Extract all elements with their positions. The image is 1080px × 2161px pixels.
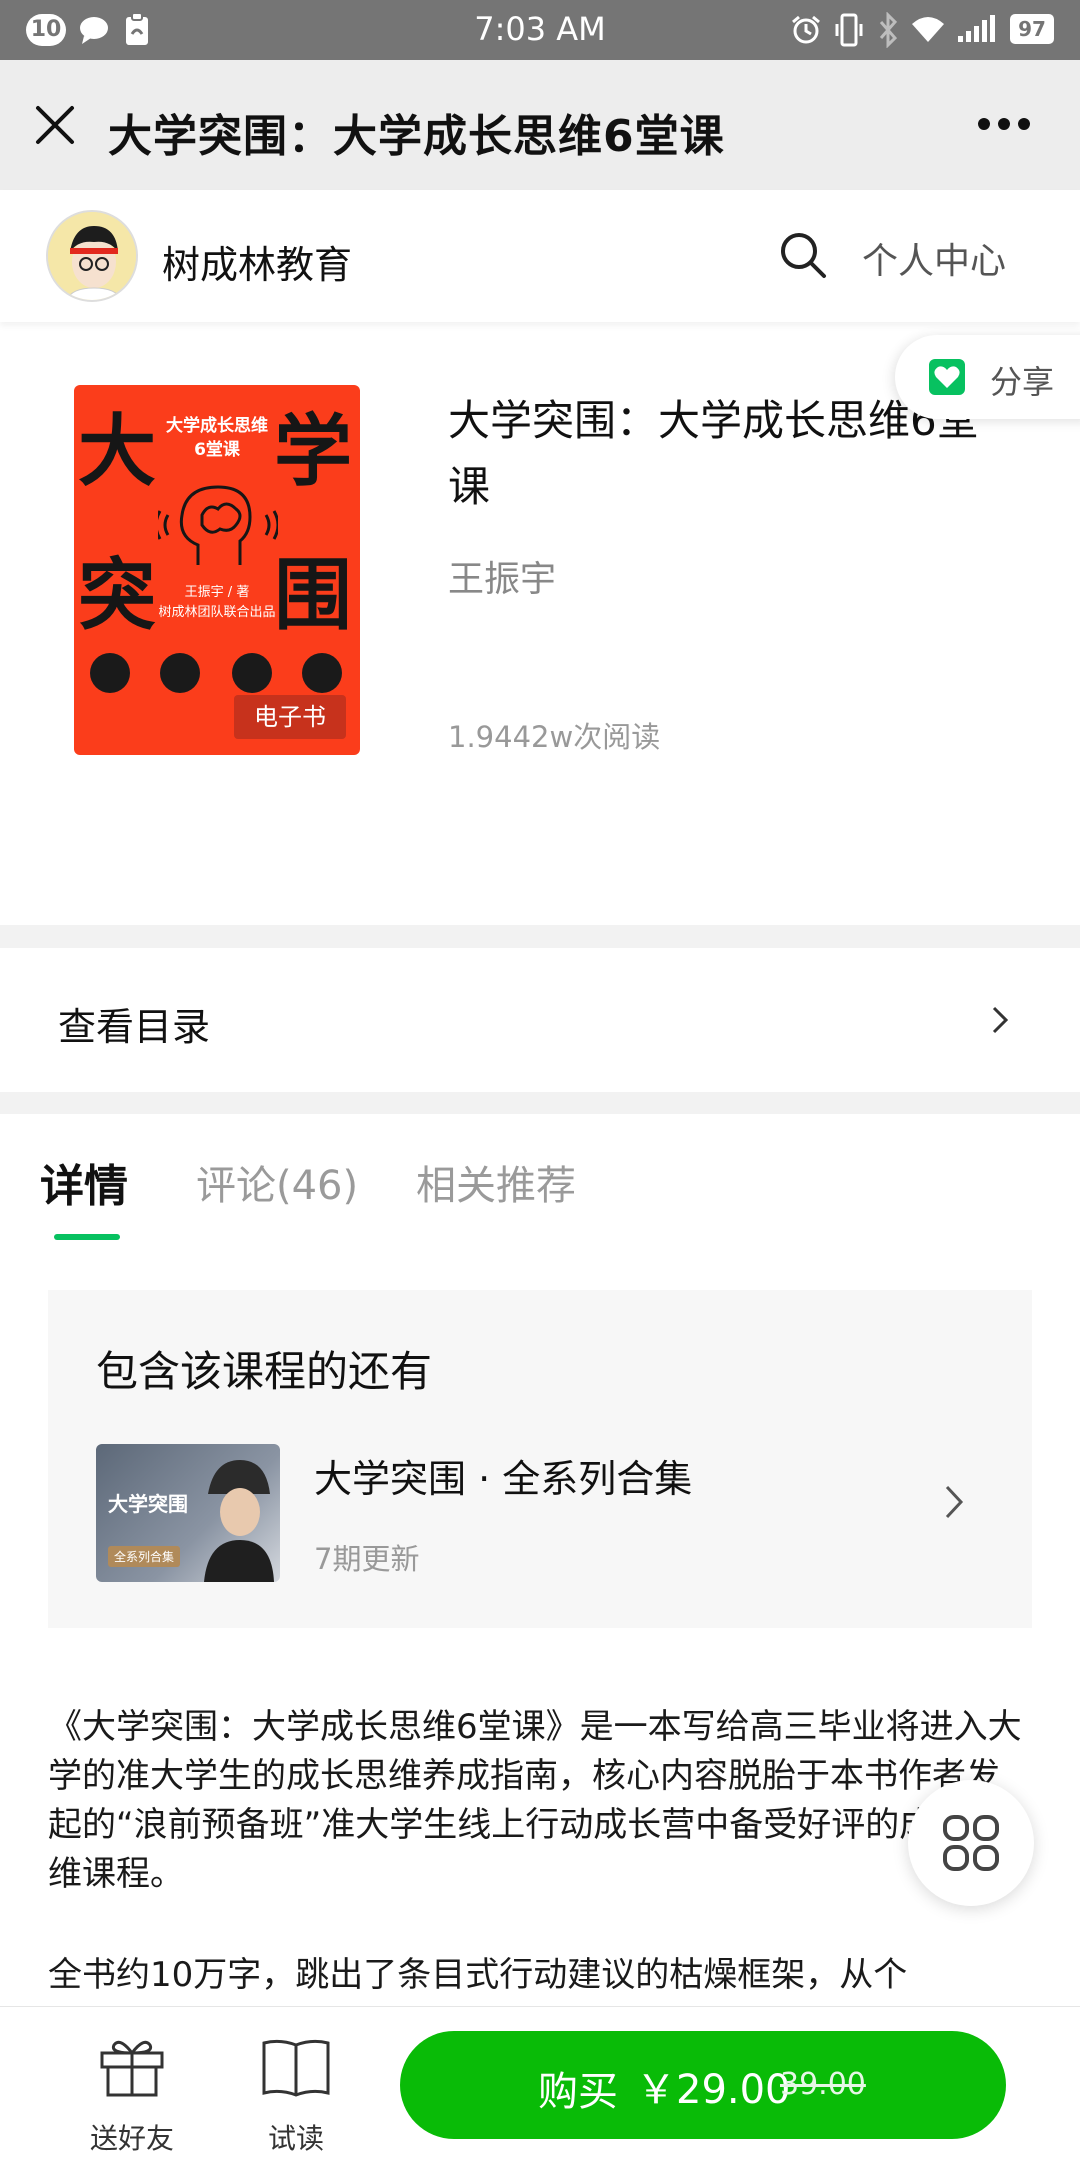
trial-read-button[interactable]: 试读 bbox=[226, 2007, 366, 2161]
cover-team: 树成林团队联合出品 bbox=[158, 605, 276, 620]
course-title[interactable]: 大学突围 · 全系列合集 bbox=[314, 1448, 692, 1503]
chevron-right-icon bbox=[992, 1006, 1009, 1034]
toc-label: 查看目录 bbox=[58, 1005, 211, 1049]
tab-comments[interactable]: 评论(46) bbox=[196, 1153, 358, 1211]
more-icon[interactable] bbox=[976, 116, 1032, 132]
active-tab-indicator bbox=[54, 1234, 120, 1240]
ebook-tag: 电子书 bbox=[234, 695, 346, 739]
read-count: 1.9442w次阅读 bbox=[448, 720, 661, 754]
cover-subtitle: 大学成长思维 bbox=[166, 416, 268, 436]
brain-head-icon bbox=[158, 485, 278, 565]
buy-button[interactable]: 购买 ￥29.00 39.00 bbox=[400, 2031, 1006, 2139]
cover-badge-icon bbox=[232, 653, 272, 693]
floating-menu-button[interactable] bbox=[908, 1780, 1034, 1906]
included-heading: 包含该课程的还有 bbox=[96, 1347, 433, 1396]
buy-label: 购买 bbox=[538, 2069, 618, 2115]
chevron-right-icon[interactable] bbox=[944, 1484, 964, 1520]
share-label: 分享 bbox=[990, 363, 1055, 401]
book-open-icon bbox=[262, 2039, 330, 2097]
section-divider bbox=[0, 1092, 1080, 1114]
buy-price: ￥29.00 bbox=[636, 2067, 791, 2113]
grid-icon bbox=[943, 1815, 999, 1871]
description-paragraph: 全书约10万字，跳出了条目式行动建议的枯燥框架，从个 bbox=[48, 1955, 908, 1995]
account-name[interactable]: 树成林教育 bbox=[162, 234, 352, 289]
gift-button[interactable]: 送好友 bbox=[62, 2007, 202, 2161]
gift-label: 送好友 bbox=[89, 2122, 174, 2155]
included-course-card: 包含该课程的还有 大学突围 全系列合集 大学突围 · 全系列合集 7期更新 bbox=[48, 1290, 1032, 1628]
description-paragraph: 《大学突围：大学成长思维6堂课》是一本写给高三毕业将进入大学的准大学生的成长思维… bbox=[48, 1707, 1022, 1894]
avatar[interactable] bbox=[46, 210, 138, 302]
close-icon[interactable] bbox=[34, 104, 76, 146]
course-update-info: 7期更新 bbox=[314, 1542, 420, 1576]
cover-badge-icon bbox=[302, 653, 342, 693]
book-cover[interactable]: 大 学 突 围 大学成长思维 6堂课 王振宇 / 著 树成林团队联合出品 电子书 bbox=[74, 385, 360, 755]
signal-icon bbox=[958, 15, 995, 42]
bluetooth-icon bbox=[879, 12, 898, 48]
cover-badge-icon bbox=[90, 653, 130, 693]
cover-badge-icon bbox=[160, 653, 200, 693]
wifi-icon bbox=[912, 17, 944, 42]
share-button[interactable]: 分享 bbox=[895, 335, 1080, 419]
cover-author: 王振宇 / 著 bbox=[184, 585, 250, 600]
thumb-title: 大学突围 bbox=[108, 1492, 188, 1516]
book-author[interactable]: 王振宇 bbox=[448, 550, 556, 602]
search-icon[interactable] bbox=[778, 230, 828, 280]
trial-label: 试读 bbox=[267, 2122, 324, 2155]
share-heart-icon bbox=[929, 359, 965, 395]
section-divider bbox=[0, 925, 1080, 948]
person-photo bbox=[204, 1460, 274, 1582]
cover-subtitle: 6堂课 bbox=[194, 440, 240, 460]
account-bar: 树成林教育 个人中心 bbox=[0, 190, 1080, 322]
book-title: 大学突围：大学成长思维6堂课 bbox=[448, 396, 979, 511]
personal-center-link[interactable]: 个人中心 bbox=[862, 232, 1006, 284]
gift-icon bbox=[100, 2040, 164, 2097]
alarm-icon bbox=[792, 15, 820, 44]
page-title: 大学突围：大学成长思维6堂课 bbox=[108, 111, 725, 162]
thumb-tag: 全系列合集 bbox=[108, 1546, 181, 1567]
tab-recommendations[interactable]: 相关推荐 bbox=[416, 1153, 576, 1211]
course-thumbnail[interactable]: 大学突围 全系列合集 bbox=[96, 1444, 280, 1582]
battery-icon: 97 bbox=[1010, 14, 1054, 44]
toc-row[interactable]: 查看目录 bbox=[0, 948, 1080, 1092]
tab-details[interactable]: 详情 bbox=[40, 1150, 128, 1214]
status-bar: 10 7:03 AM 97 bbox=[0, 0, 1080, 60]
title-bar: 大学突围：大学成长思维6堂课 bbox=[0, 60, 1080, 190]
original-price: 39.00 bbox=[780, 2067, 866, 2102]
vibrate-icon bbox=[835, 13, 863, 47]
bottom-action-bar: 送好友 试读 购买 ￥29.00 39.00 bbox=[0, 2006, 1080, 2160]
